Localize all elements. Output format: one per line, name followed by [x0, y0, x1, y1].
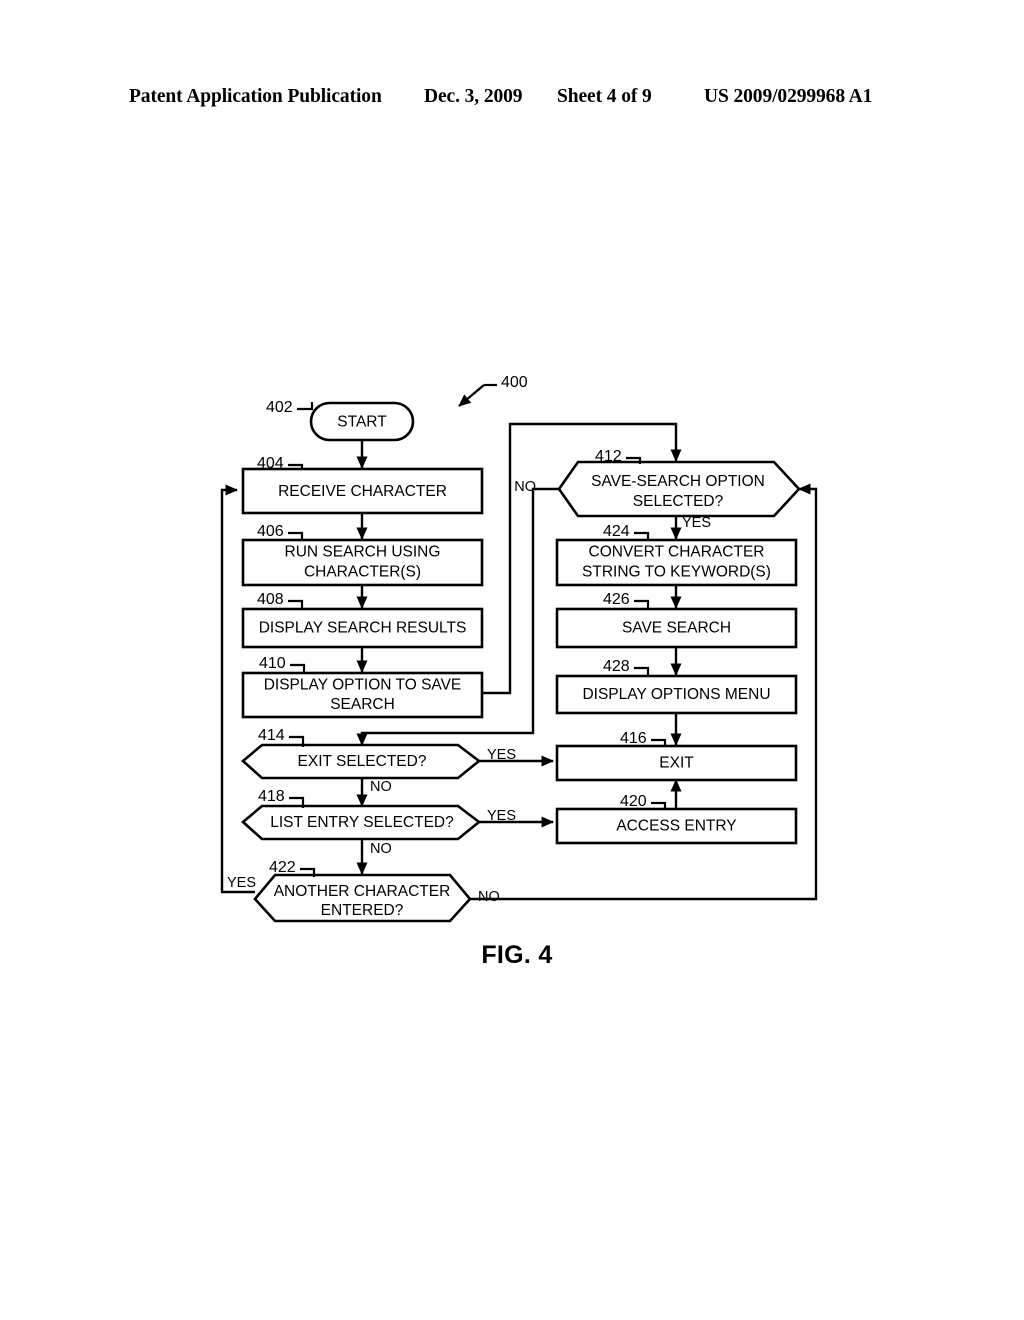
patent-page: Patent Application Publication Dec. 3, 2… — [0, 0, 1024, 1320]
node-412-label-line2: SELECTED? — [633, 493, 724, 510]
pointer-400 — [458, 384, 485, 407]
node-418-label: LIST ENTRY SELECTED? — [270, 814, 454, 831]
edge-label-422-no: NO — [478, 889, 500, 905]
edge-label-414-yes: YES — [487, 747, 516, 763]
node-402-label: START — [337, 414, 387, 431]
node-426-label: SAVE SEARCH — [622, 620, 731, 637]
node-406-label-line1: RUN SEARCH USING — [285, 544, 441, 561]
edge-label-418-yes: YES — [487, 808, 516, 824]
edge-label-412-yes: YES — [682, 515, 711, 531]
node-414-label: EXIT SELECTED? — [298, 753, 427, 770]
ref-420: 420 — [620, 793, 647, 810]
ref-418: 418 — [258, 788, 285, 805]
ref-400: 400 — [501, 374, 528, 391]
edge-label-422-yes: YES — [227, 875, 256, 891]
node-420-label: ACCESS ENTRY — [616, 818, 736, 835]
node-404-label: RECEIVE CHARACTER — [278, 483, 447, 500]
node-406-label-line2: CHARACTER(S) — [304, 564, 421, 581]
node-412-label-line1: SAVE-SEARCH OPTION — [591, 473, 765, 490]
ref-404: 404 — [257, 455, 284, 472]
ref-412: 412 — [595, 448, 622, 465]
node-410-label-line2: SEARCH — [330, 696, 395, 713]
ref-414: 414 — [258, 727, 285, 744]
ref-402: 402 — [266, 399, 293, 416]
edge-label-414-no: NO — [370, 779, 392, 795]
node-416-label: EXIT — [659, 755, 694, 772]
node-424-label-line1: CONVERT CHARACTER — [589, 544, 765, 561]
node-422-label-line2: ENTERED? — [321, 902, 404, 919]
figure-caption: FIG. 4 — [0, 941, 1024, 970]
ref-424: 424 — [603, 523, 630, 540]
ref-422: 422 — [269, 859, 296, 876]
ref-410: 410 — [259, 655, 286, 672]
node-428-label: DISPLAY OPTIONS MENU — [582, 686, 770, 703]
node-408-label: DISPLAY SEARCH RESULTS — [259, 620, 467, 637]
ref-406: 406 — [257, 523, 284, 540]
node-424-label-line2: STRING TO KEYWORD(S) — [582, 564, 771, 581]
figure-caption-text: FIG. 4 — [481, 941, 553, 969]
node-410-label-line1: DISPLAY OPTION TO SAVE — [264, 677, 462, 694]
ref-416: 416 — [620, 730, 647, 747]
leader-402 — [297, 402, 314, 411]
ref-426: 426 — [603, 591, 630, 608]
ref-408: 408 — [257, 591, 284, 608]
ref-428: 428 — [603, 658, 630, 675]
edge-label-418-no: NO — [370, 841, 392, 857]
flowchart-diagram: START RECEIVE CHARACTER RUN SEARCH USING… — [220, 374, 818, 923]
edge-label-412-no: NO — [514, 479, 536, 495]
node-422-label-line1: ANOTHER CHARACTER — [274, 883, 451, 900]
